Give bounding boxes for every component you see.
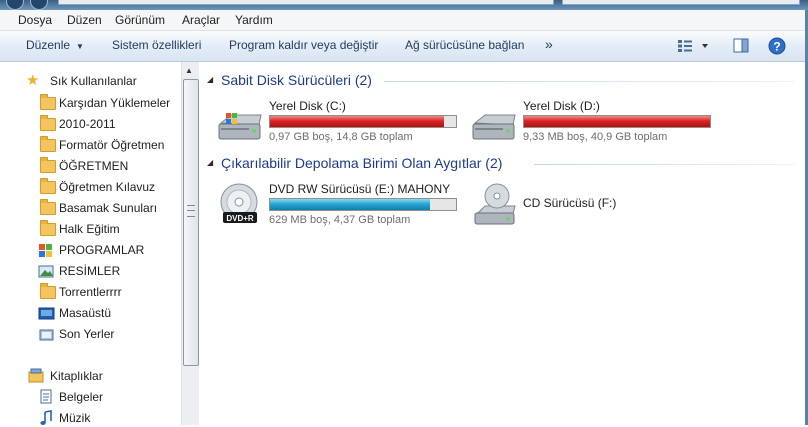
more-commands-button[interactable]: »: [545, 36, 553, 52]
star-icon: ★: [26, 72, 40, 89]
group-title: Sabit Disk Sürücüleri (2): [221, 72, 372, 88]
folder-icon: [40, 220, 56, 236]
drive-usage-fill: [524, 116, 710, 127]
dropdown-arrow-icon: ▼: [76, 42, 84, 51]
scroll-thumb[interactable]: [183, 79, 199, 366]
dvd-disc-icon: DVD+R: [220, 183, 258, 223]
documents-icon: [40, 389, 52, 404]
nav-label: Kitaplıklar: [50, 369, 103, 383]
drive-space-info: 0,97 GB boş, 14,8 GB toplam: [269, 131, 413, 143]
back-button[interactable]: [6, 0, 24, 10]
drive-name: Yerel Disk (D:): [523, 99, 600, 113]
dvd-badge-text: DVD+R: [226, 214, 254, 223]
content-pane: ◢ Sabit Disk Sürücüleri (2) Yerel Disk (…: [199, 62, 808, 425]
folder-icon: [40, 283, 56, 299]
command-bar: Düzenle ▼ Sistem özellikleri Program kald…: [0, 31, 808, 62]
drive-usage-fill: [270, 199, 430, 210]
nav-label: Sık Kullanılanlar: [50, 74, 137, 88]
search-box[interactable]: [562, 0, 800, 5]
system-properties-button[interactable]: Sistem özellikleri: [112, 38, 201, 52]
nav-label: 2010-2011: [59, 117, 116, 131]
view-options-icon[interactable]: [677, 39, 709, 53]
preview-pane-icon[interactable]: [733, 38, 749, 53]
group-divider: [534, 164, 794, 165]
folder-icon: [40, 136, 56, 152]
music-icon: [40, 410, 52, 425]
svg-text:?: ?: [773, 40, 780, 54]
drive-space-info: 9,33 MB boş, 40,9 GB toplam: [523, 131, 668, 143]
drive-e[interactable]: DVD+R DVD RW Sürücüsü (E:) MAHONY 629 MB…: [217, 182, 467, 230]
menu-tools[interactable]: Araçlar: [182, 13, 220, 27]
drive-f[interactable]: CD Sürücüsü (F:): [471, 182, 721, 230]
pictures-icon: [38, 265, 54, 278]
menu-help[interactable]: Yardım: [235, 13, 273, 27]
windows-hard-drive-icon: [218, 113, 262, 140]
group-title: Çıkarılabilir Depolama Birimi Olan Aygıt…: [221, 155, 503, 171]
window-frame-top: [0, 0, 808, 10]
drive-usage-fill: [270, 116, 444, 127]
drive-usage-bar: [523, 115, 711, 128]
address-bar[interactable]: [58, 0, 554, 5]
drive-name: Yerel Disk (C:): [269, 99, 346, 113]
drive-name: CD Sürücüsü (F:): [523, 196, 617, 210]
forward-button[interactable]: [30, 0, 48, 10]
nav-label: RESİMLER: [59, 264, 121, 278]
drive-name: DVD RW Sürücüsü (E:) MAHONY: [269, 182, 451, 196]
drive-space-info: 629 MB boş, 4,37 GB toplam: [269, 214, 411, 226]
organize-label: Düzenle: [26, 38, 71, 52]
folder-icon: [40, 178, 56, 194]
menu-file[interactable]: Dosya: [18, 13, 52, 27]
libraries-icon: [28, 368, 44, 383]
navigation-pane: ★ Sık Kullanılanlar Karşıdan Yüklemeler …: [0, 62, 199, 425]
grip-icon: [187, 205, 195, 217]
desktop-icon: [38, 307, 55, 320]
collapse-triangle-icon: ◢: [207, 75, 214, 84]
nav-label: Belgeler: [59, 390, 104, 404]
nav-label: Karşıdan Yüklemeler: [59, 96, 171, 110]
folder-icon: [40, 199, 56, 215]
nav-label: PROGRAMLAR: [59, 243, 145, 257]
hard-drive-icon: [472, 114, 516, 140]
nav-label: Torrentlerrrr: [59, 285, 122, 299]
map-network-drive-button[interactable]: Ağ sürücüsüne bağlan: [405, 38, 524, 52]
uninstall-program-button[interactable]: Program kaldır veya değiştir: [229, 38, 378, 52]
group-divider: [384, 81, 794, 82]
nav-label: Öğretmen Kılavuz: [59, 180, 156, 194]
collapse-triangle-icon: ◢: [207, 158, 214, 167]
nav-label: Son Yerler: [59, 327, 115, 341]
drive-d[interactable]: Yerel Disk (D:) 9,33 MB boş, 40,9 GB top…: [471, 99, 721, 147]
menu-bar: Dosya Düzen Görünüm Araçlar Yardım: [0, 10, 808, 31]
recent-places-icon: [39, 329, 54, 341]
drive-usage-bar: [269, 198, 457, 211]
drive-usage-bar: [269, 115, 457, 128]
help-icon[interactable]: ?: [768, 37, 786, 55]
nav-label: Müzik: [59, 411, 91, 425]
nav-label: Formatör Öğretmen: [59, 138, 165, 152]
menu-view[interactable]: Görünüm: [115, 13, 165, 27]
nav-label: Halk Eğitim: [59, 222, 120, 236]
nav-label: Masaüstü: [59, 306, 112, 320]
folder-icon: [40, 115, 56, 131]
scroll-up-arrow-icon[interactable]: ▲: [185, 66, 193, 75]
menu-edit[interactable]: Düzen: [67, 13, 102, 27]
programs-icon: [39, 244, 52, 257]
cd-drive-icon: [474, 183, 516, 225]
organize-button[interactable]: Düzenle ▼: [26, 38, 84, 52]
folder-icon: [40, 157, 56, 173]
nav-label: Basamak Sunuları: [59, 201, 158, 215]
nav-label: ÖĞRETMEN: [59, 159, 129, 173]
nav-scrollbar[interactable]: ▲: [181, 62, 199, 425]
drive-c[interactable]: Yerel Disk (C:) 0,97 GB boş, 14,8 GB top…: [217, 99, 467, 147]
folder-icon: [40, 94, 56, 110]
